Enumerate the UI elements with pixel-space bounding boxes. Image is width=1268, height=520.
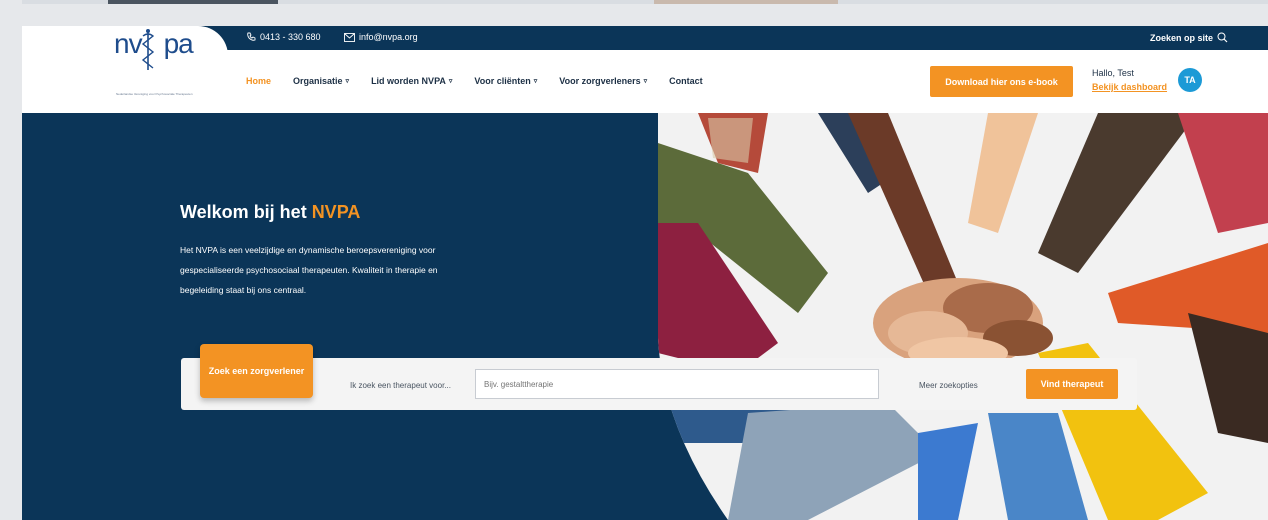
logo-text-left: nv bbox=[114, 28, 143, 59]
nav-item-label: Voor zorgverleners bbox=[559, 76, 641, 86]
dashboard-link[interactable]: Bekijk dashboard bbox=[1092, 82, 1167, 92]
mail-icon bbox=[344, 32, 355, 42]
hero-description: Het NVPA is een veelzijdige en dynamisch… bbox=[180, 245, 438, 295]
email-address: info@nvpa.org bbox=[359, 32, 418, 42]
more-search-options-link[interactable]: Meer zoekopties bbox=[919, 381, 978, 390]
top-phone[interactable]: 0413 - 330 680 bbox=[246, 32, 321, 42]
user-greeting: Hallo, Test bbox=[1092, 68, 1134, 78]
hero-title: Welkom bij het NVPA bbox=[180, 202, 360, 223]
chevron-down-icon: ▿ bbox=[448, 78, 453, 85]
caduceus-icon bbox=[141, 29, 155, 70]
top-email[interactable]: info@nvpa.org bbox=[344, 32, 418, 42]
nav-item-label: Home bbox=[246, 76, 272, 86]
nav-menu: Home Organisatie ▿ Lid worden NVPA ▿ Voor … bbox=[246, 76, 725, 86]
site-search-link[interactable]: Zoeken op site bbox=[1150, 32, 1228, 43]
hero-image-hands bbox=[658, 113, 1268, 520]
nav-item-label: Organisatie bbox=[293, 76, 343, 86]
download-ebook-button[interactable]: Download hier ons e-book bbox=[930, 66, 1073, 97]
phone-icon bbox=[247, 32, 256, 41]
nav-item-label: Voor cliënten bbox=[474, 76, 531, 86]
search-tab-zorgverlener[interactable]: Zoek een zorgverlener bbox=[200, 344, 313, 398]
search-icon bbox=[1217, 32, 1228, 43]
nav-item-label: Lid worden NVPA bbox=[371, 76, 446, 86]
nav-item-label: Contact bbox=[669, 76, 703, 86]
therapist-search-input[interactable] bbox=[475, 369, 879, 399]
chevron-down-icon: ▿ bbox=[345, 78, 350, 85]
logo-subtitle: Nederlandse Vereniging voor Psychosocial… bbox=[116, 92, 193, 96]
find-therapist-button[interactable]: Vind therapeut bbox=[1026, 369, 1118, 399]
nav-item-contact[interactable]: Contact bbox=[669, 76, 703, 86]
website: 0413 - 330 680 info@nvpa.org Zoeken op s… bbox=[22, 26, 1268, 520]
avatar[interactable]: TA bbox=[1178, 68, 1202, 92]
nav-item-voor-zorgverleners[interactable]: Voor zorgverleners ▿ bbox=[559, 76, 647, 86]
nav-item-voor-clienten[interactable]: Voor cliënten ▿ bbox=[474, 76, 537, 86]
logo[interactable]: nv pa Nederlandse Vereniging voor Psychos… bbox=[22, 26, 228, 113]
logo-text-right: pa bbox=[163, 28, 194, 59]
strip-image-left bbox=[108, 0, 278, 4]
site-search-label: Zoeken op site bbox=[1149, 32, 1213, 43]
phone-number: 0413 - 330 680 bbox=[260, 32, 321, 42]
search-label: Ik zoek een therapeut voor... bbox=[350, 381, 451, 390]
strip-image-right bbox=[654, 0, 838, 4]
hero-title-main: Welkom bij het bbox=[180, 202, 312, 222]
nav-item-lid-worden[interactable]: Lid worden NVPA ▿ bbox=[371, 76, 452, 86]
chevron-down-icon: ▿ bbox=[643, 78, 648, 85]
chevron-down-icon: ▿ bbox=[533, 78, 538, 85]
nav-item-home[interactable]: Home bbox=[246, 76, 271, 86]
nav-item-organisatie[interactable]: Organisatie ▿ bbox=[293, 76, 349, 86]
previous-screen-strip bbox=[22, 0, 1268, 4]
hero-title-accent: NVPA bbox=[311, 202, 361, 222]
